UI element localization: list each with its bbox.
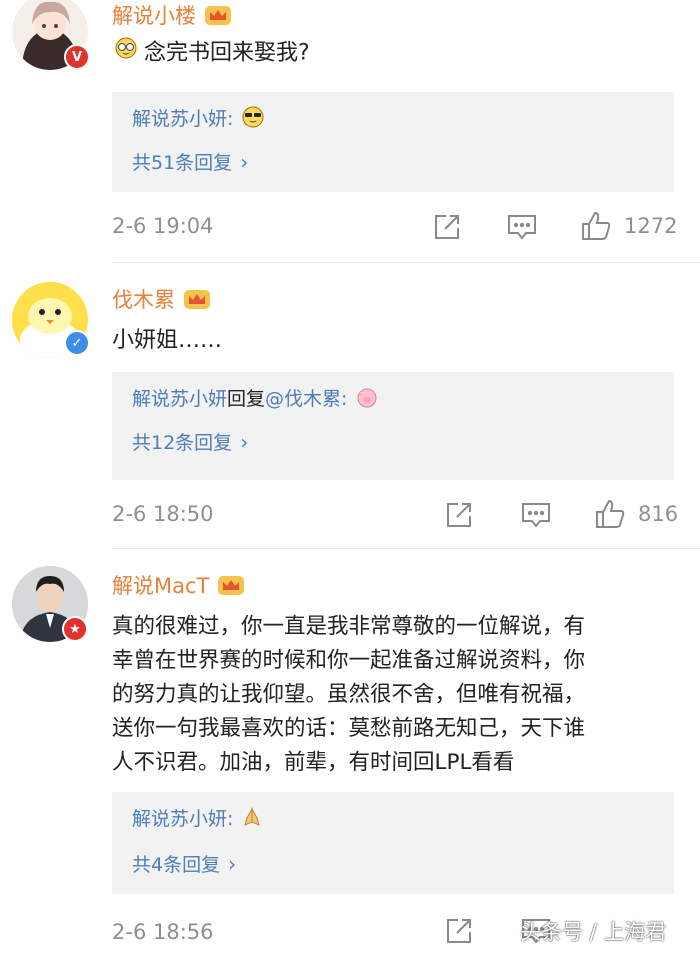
comment-3: ★ 解说MacT 真的很难过，你一直是我非常尊敬的一位解说，有 幸曾在世界赛的时… — [0, 566, 700, 957]
crown-icon — [218, 576, 245, 595]
comment-icon — [522, 503, 550, 528]
verified-badge: V — [64, 44, 90, 70]
comment-text: 小妍姐…… — [112, 328, 223, 353]
comment-button[interactable] — [520, 500, 552, 530]
share-button[interactable] — [444, 500, 474, 530]
chevron-right-icon: › — [240, 430, 249, 454]
reply-preview-box[interactable]: 解说苏小妍: 共4条回复 › — [112, 792, 674, 894]
reply-preview-box[interactable]: 解说苏小妍: 共51条回复 › — [112, 92, 674, 192]
share-icon — [435, 215, 459, 239]
crown-icon — [184, 290, 210, 309]
like-icon — [596, 499, 625, 528]
comment-text-line: 幸曾在世界赛的时候和你一起准备过解说资料，你 — [112, 648, 586, 673]
view-replies-link[interactable]: 共51条回复 › — [132, 148, 248, 175]
comment-2: ✓ 伐木累 小妍姐…… 解说苏小妍回复@伐木累: 共12条回复 › 2-6 18:… — [0, 280, 700, 550]
verified-badge: ★ — [62, 616, 88, 642]
reply-preview-box[interactable]: 解说苏小妍回复@伐木累: 共12条回复 › — [112, 372, 674, 480]
comment-text: 念完书回来娶我? — [112, 36, 310, 71]
timestamp: 2-6 18:50 — [112, 502, 214, 526]
share-icon — [447, 503, 471, 527]
comment-button[interactable] — [506, 212, 538, 242]
like-icon — [582, 211, 611, 240]
divider — [112, 262, 700, 263]
mention-link[interactable]: @伐木累 — [265, 388, 341, 410]
comment-icon — [508, 215, 536, 240]
timestamp: 2-6 19:04 — [112, 214, 214, 238]
like-button[interactable]: 816 — [594, 498, 678, 530]
watermark: 头条号 / 上海君 — [520, 920, 667, 944]
verified-badge: ✓ — [64, 330, 90, 356]
comment-text-line: 真的很难过，你一直是我非常尊敬的一位解说，有 — [112, 614, 586, 639]
view-replies-link[interactable]: 共12条回复 › — [132, 428, 248, 455]
view-replies-link[interactable]: 共4条回复 › — [132, 850, 236, 877]
chevron-right-icon: › — [228, 852, 237, 876]
username[interactable]: 解说MacT — [112, 570, 209, 600]
comment-text-line: 的努力真的让我仰望。虽然很不舍，但唯有祝福， — [112, 682, 586, 707]
crown-icon — [205, 6, 231, 25]
comment-text: 真的很难过，你一直是我非常尊敬的一位解说，有 幸曾在世界赛的时候和你一起准备过解… — [112, 610, 585, 780]
like-count: 816 — [638, 502, 679, 526]
share-button[interactable] — [432, 212, 462, 242]
praying-hands-emoji-icon — [241, 806, 263, 833]
sunglasses-emoji-icon — [241, 105, 265, 134]
share-icon — [447, 919, 471, 943]
username[interactable]: 解说小楼 — [112, 0, 196, 30]
reply-author-link[interactable]: 解说苏小妍: — [132, 108, 233, 130]
like-button[interactable]: 1272 — [580, 210, 677, 242]
comment-text-line: 送你一句我最喜欢的话：莫愁前路无知己，天下谁 — [112, 716, 586, 741]
comment-text-line: 人不识君。加油，前辈，有时间回LPL看看 — [112, 750, 515, 775]
pig-emoji-icon — [356, 386, 378, 413]
like-count: 1272 — [624, 214, 678, 238]
chevron-right-icon: › — [240, 150, 249, 174]
divider — [112, 548, 700, 549]
timestamp: 2-6 18:56 — [112, 920, 214, 944]
username[interactable]: 伐木累 — [112, 284, 175, 314]
reply-author-link[interactable]: 解说苏小妍: — [132, 808, 233, 830]
share-button[interactable] — [444, 916, 474, 946]
comment-1: V 解说小楼 念完书回来娶我? 解说苏小妍: 共51条回复 › 2-6 19:04… — [0, 0, 700, 262]
face-emoji-icon — [114, 36, 138, 71]
reply-author-link[interactable]: 解说苏小妍 — [132, 388, 227, 410]
